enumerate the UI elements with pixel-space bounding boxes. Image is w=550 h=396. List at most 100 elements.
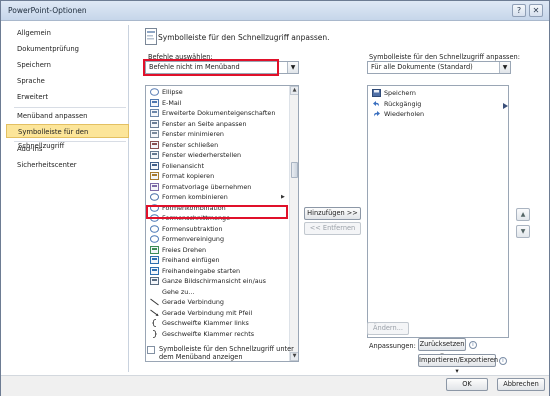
command-item[interactable]: Ganze Bildschirmansicht ein/aus	[148, 276, 286, 286]
restore-window-icon	[150, 151, 159, 159]
command-item[interactable]: Gerade Verbindung mit Pfeil	[148, 308, 286, 318]
command-item[interactable]: Erweiterte Dokumenteigenschaften	[148, 108, 286, 118]
command-item[interactable]: Formensubtraktion	[148, 224, 286, 234]
command-item[interactable]: Freihand einfügen	[148, 255, 286, 265]
brace-left-icon	[152, 319, 157, 327]
sidebar: Allgemein Dokumentprüfung Speichern Spra…	[6, 25, 129, 372]
command-item[interactable]: Formen kombinieren ▶	[148, 192, 286, 202]
options-dialog: PowerPoint-Optionen ? ✕ Allgemein Dokume…	[0, 0, 550, 396]
command-label: Geschweifte Klammer rechts	[162, 329, 255, 338]
command-item[interactable]: Freihandeingabe starten	[148, 266, 286, 276]
sidebar-item-sprache[interactable]: Sprache	[6, 74, 129, 88]
modify-button[interactable]: Ändern...	[367, 322, 409, 335]
command-label: Folienansicht	[162, 161, 205, 170]
command-item[interactable]: Geschweifte Klammer rechts	[148, 329, 286, 339]
cancel-button[interactable]: Abbrechen	[497, 378, 545, 391]
import-export-button[interactable]: Importieren/Exportieren ▾	[418, 354, 498, 375]
command-item[interactable]: Format kopieren	[148, 171, 286, 181]
command-item[interactable]: Fenster an Seite anpassen	[148, 119, 286, 129]
command-item[interactable]: Gerade Verbindung	[148, 297, 286, 307]
qat-scope-combo[interactable]: Für alle Dokumente (Standard) ▼	[367, 61, 511, 74]
ellipse-icon	[150, 88, 159, 96]
add-button[interactable]: Hinzufügen >>	[304, 207, 361, 220]
scroll-up-icon[interactable]: ▲	[290, 86, 298, 95]
command-label: Formenvereinigung	[162, 235, 225, 243]
command-item[interactable]: E-Mail	[148, 98, 286, 108]
reset-button[interactable]: Zurücksetzen ▾	[418, 338, 466, 359]
command-label: Fenster wiederherstellen	[162, 151, 242, 159]
remove-button[interactable]: << Entfernen	[304, 222, 361, 235]
sidebar-item-schnellzugriff[interactable]: Symbolleiste für den Schnellzugriff	[6, 124, 129, 150]
command-item[interactable]: Formenvereinigung	[148, 234, 286, 244]
command-label: Erweiterte Dokumenteigenschaften	[162, 109, 276, 117]
command-item[interactable]: Fenster minimieren	[148, 129, 286, 139]
sidebar-item-erweitert[interactable]: Erweitert	[6, 90, 129, 104]
command-label: Geschweifte Klammer links	[162, 319, 249, 327]
command-label: Freies Drehen	[162, 245, 207, 254]
qat-scope-value: Für alle Dokumente (Standard)	[371, 63, 473, 71]
move-up-icon[interactable]: ▲	[516, 208, 530, 221]
save-icon	[372, 89, 381, 97]
line-connector-icon	[150, 298, 159, 306]
sidebar-item-menueband[interactable]: Menüband anpassen	[6, 109, 129, 123]
command-item[interactable]: Fenster wiederherstellen	[148, 150, 286, 160]
minimize-icon	[150, 130, 159, 138]
command-item[interactable]: Gehe zu...	[148, 287, 286, 297]
sidebar-item-speichern[interactable]: Speichern	[6, 58, 129, 72]
qat-item-label: Rückgängig	[384, 99, 422, 108]
command-label: Formensubtraktion	[162, 224, 223, 233]
qat-item[interactable]: Rückgängig	[370, 99, 500, 109]
command-item[interactable]: Geschweifte Klammer links	[148, 318, 286, 328]
command-item[interactable]: Ellipse	[148, 87, 286, 97]
show-below-label: Symbolleiste für den Schnellzugriff unte…	[159, 345, 294, 361]
commands-scrollbar[interactable]: ▲ ▼	[289, 86, 298, 361]
chevron-down-icon: ▼	[499, 62, 510, 73]
show-below-checkbox[interactable]	[147, 346, 155, 354]
close-icon[interactable]: ✕	[529, 4, 543, 17]
qat-item-label: Wiederholen	[384, 110, 425, 118]
free-rotate-icon	[150, 245, 159, 254]
style-icon	[150, 182, 159, 191]
ok-button[interactable]: OK	[446, 378, 488, 391]
command-label: Fenster an Seite anpassen	[162, 119, 247, 128]
command-label: E-Mail	[162, 98, 182, 107]
command-item[interactable]: Freies Drehen	[148, 245, 286, 255]
format-painter-icon	[150, 172, 159, 180]
customizations-label: Anpassungen:	[369, 342, 416, 350]
redo-icon	[374, 111, 380, 117]
qat-list[interactable]: Speichern Rückgängig Wiederholen	[367, 85, 509, 338]
command-label: Format kopieren	[162, 172, 215, 180]
fullscreen-icon	[150, 277, 159, 285]
move-down-icon[interactable]: ▼	[516, 225, 530, 238]
command-label: Formatvorlage übernehmen	[162, 182, 252, 191]
dialog-footer: OK Abbrechen	[1, 375, 549, 396]
chevron-right-icon	[503, 103, 508, 109]
command-item[interactable]: Fenster schließen	[148, 140, 286, 150]
doc-properties-icon	[150, 109, 159, 117]
sidebar-separator	[14, 107, 126, 108]
highlight-box	[146, 205, 288, 219]
qat-customize-icon	[145, 28, 157, 45]
commands-list[interactable]: Ellipse E-Mail Erweiterte Dokumenteigensch…	[145, 85, 299, 362]
command-label: Fenster schließen	[162, 140, 219, 149]
qat-item[interactable]: Speichern	[370, 88, 500, 98]
qat-item-label: Speichern	[384, 89, 416, 97]
command-label: Freihandeingabe starten	[162, 266, 241, 275]
sidebar-item-addins[interactable]: Add-Ins	[6, 142, 129, 156]
chevron-down-icon: ▼	[287, 62, 298, 73]
command-label: Ellipse	[162, 88, 183, 96]
command-label: Ganze Bildschirmansicht ein/aus	[162, 277, 267, 285]
window-title: PowerPoint-Optionen	[8, 6, 87, 15]
blank-icon	[150, 288, 159, 296]
command-item[interactable]: Formatvorlage übernehmen	[148, 182, 286, 192]
main-panel: Symbolleiste für den Schnellzugriff anpa…	[137, 25, 545, 375]
scroll-thumb[interactable]	[291, 162, 298, 178]
submenu-arrow-icon: ▶	[281, 194, 285, 200]
command-item[interactable]: Folienansicht	[148, 161, 286, 171]
sidebar-item-allgemein[interactable]: Allgemein	[6, 26, 129, 40]
reset-button-label: Zurücksetzen	[419, 340, 465, 348]
sidebar-item-sicherheitscenter[interactable]: Sicherheitscenter	[6, 158, 129, 172]
qat-item[interactable]: Wiederholen	[370, 109, 500, 119]
sidebar-item-dokumentpruefung[interactable]: Dokumentprüfung	[6, 42, 129, 56]
help-icon[interactable]: ?	[512, 4, 526, 17]
